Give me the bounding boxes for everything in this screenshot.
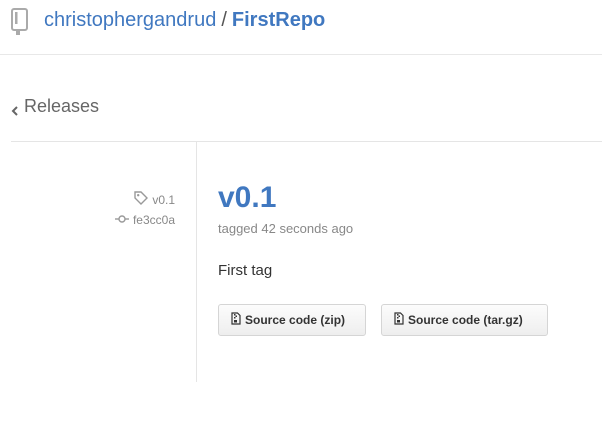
release-body: First tag [218,262,273,279]
breadcrumb-label: Releases [24,96,100,116]
release-commit-label: fe3cc0a [132,213,175,227]
file-zip-icon [231,312,245,328]
release-commit-link[interactable]: fe3cc0a [114,213,175,227]
download-targz-label: Source code (tar.gz) [408,313,523,327]
path-separator: / [221,9,227,31]
repo-name-link[interactable]: FirstRepo [232,9,325,31]
file-zip-icon [394,312,408,328]
repo-header: christophergandrud / FirstRepo [0,0,602,55]
repo-path: christophergandrud / FirstRepo [44,8,325,32]
download-zip-label: Source code (zip) [245,313,346,327]
chevron-left-icon [11,101,19,116]
tag-icon [134,191,152,208]
release-tagged-time: tagged 42 seconds ago [218,221,354,236]
download-zip-button[interactable]: Source code (zip) [218,304,366,336]
divider [11,141,602,142]
release-tag-label: v0.1 [152,192,175,207]
release-title-link[interactable]: v0.1 [218,180,276,216]
commit-icon [114,213,133,227]
release-tag-link[interactable]: v0.1 [134,191,175,208]
release-meta-divider [196,142,197,382]
repo-book-icon [10,6,30,36]
releases-breadcrumb[interactable]: Releases [11,96,99,117]
repo-owner-link[interactable]: christophergandrud [44,9,216,31]
download-targz-button[interactable]: Source code (tar.gz) [381,304,548,336]
